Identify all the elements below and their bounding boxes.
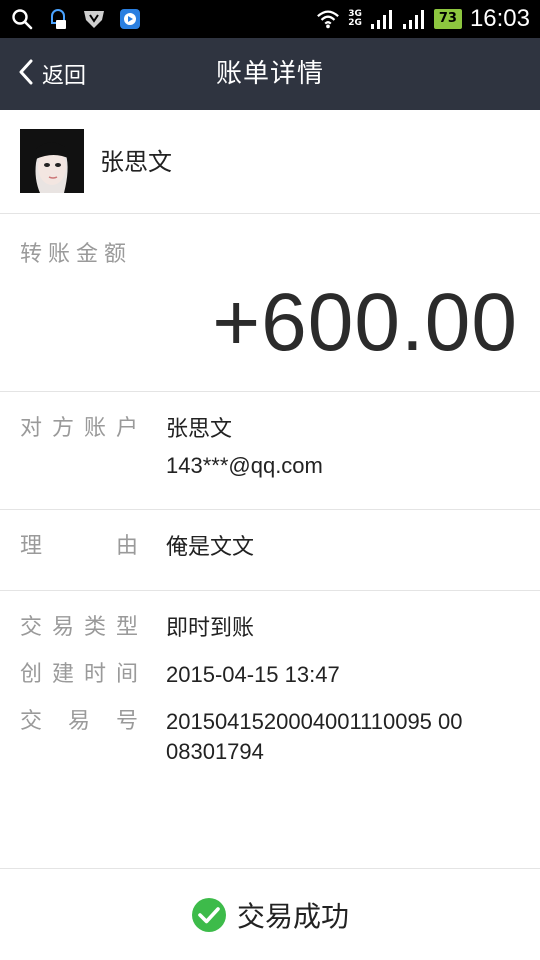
transaction-section: 交易类型 即时到账 创建时间 2015-04-15 13:47 交易号 2015… [0, 591, 540, 868]
network-type-label: 3G 2G [348, 9, 362, 28]
created-time-label: 创建时间 [20, 662, 138, 687]
status-text: 交易成功 [236, 899, 349, 933]
counterparty-account: 143***@qq.com [166, 453, 323, 478]
transaction-type-value: 即时到账 [166, 615, 255, 640]
amount-value: +600.00 [212, 277, 518, 368]
battery-indicator: 73 [433, 9, 462, 29]
shield-icon [82, 7, 106, 31]
signal-icon [370, 7, 394, 31]
nav-bar: 返回 账单详情 [0, 38, 540, 110]
amount-block: 转账金额 +600.00 [0, 214, 540, 392]
reason-label: 理由 [20, 534, 138, 559]
counterparty-section: 对方账户 张思文 143***@qq.com [0, 392, 540, 510]
user-row: 张思文 [0, 110, 540, 214]
counterparty-name: 张思文 [166, 416, 233, 441]
counterparty-label: 对方账户 [20, 416, 138, 441]
search-icon [10, 7, 34, 31]
created-time-value: 2015-04-15 13:47 [166, 662, 340, 687]
avatar[interactable] [20, 129, 84, 193]
back-label: 返回 [42, 64, 87, 89]
reason-value: 俺是文文 [166, 534, 255, 559]
back-button[interactable]: 返回 [18, 38, 86, 110]
notification-icon [46, 7, 70, 31]
wifi-icon [316, 7, 340, 31]
user-name: 张思文 [100, 148, 172, 176]
check-circle-icon [191, 897, 227, 933]
signal-icon [402, 7, 426, 31]
reason-section: 理由 俺是文文 [0, 510, 540, 591]
transaction-status: 交易成功 [0, 868, 540, 960]
media-icon [118, 7, 142, 31]
transaction-number-line1: 2015041520004001110095 00 [166, 709, 463, 734]
status-bar: 3G 2G 73 16:03 [0, 0, 540, 38]
chevron-left-icon [18, 59, 34, 89]
amount-label: 转账金额 [20, 242, 133, 267]
transaction-number-label: 交易号 [20, 709, 138, 734]
clock: 16:03 [469, 5, 530, 32]
transaction-type-label: 交易类型 [20, 615, 138, 640]
transaction-number-line2: 08301794 [166, 739, 264, 764]
